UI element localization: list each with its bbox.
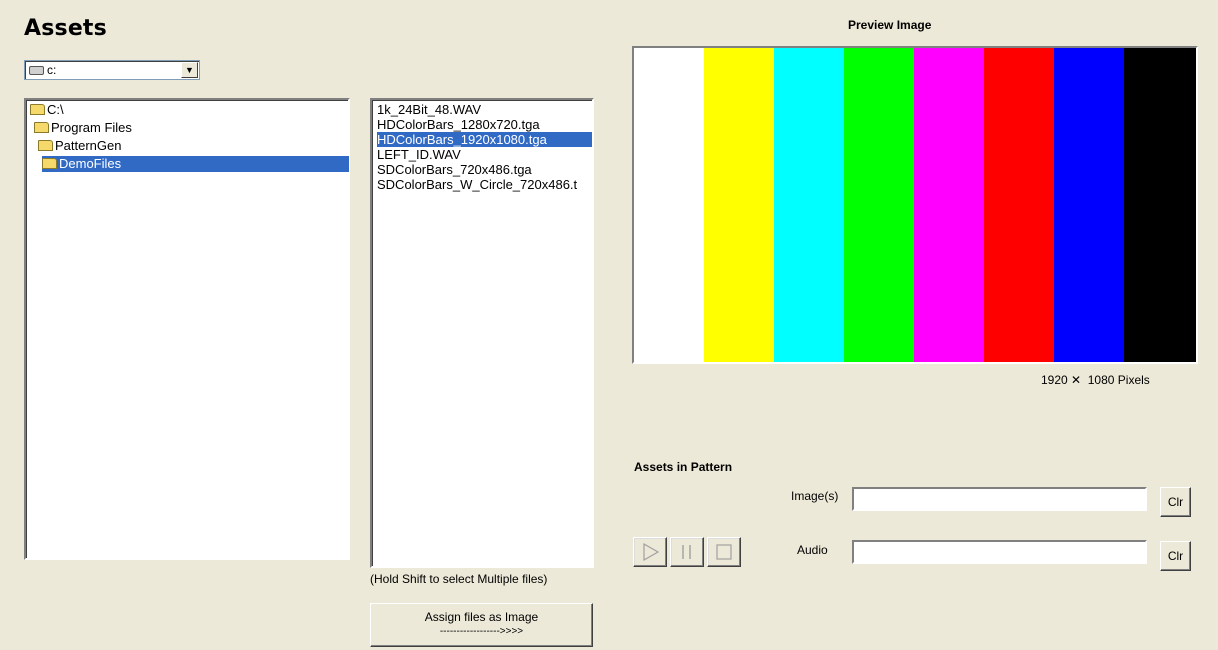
assets-in-pattern-title: Assets in Pattern: [634, 460, 733, 474]
assign-files-arrow: ------------------>>>>: [439, 626, 524, 637]
preview-image: [632, 46, 1198, 364]
images-label: Image(s): [791, 489, 839, 503]
assign-files-button-label: Assign files as Image: [424, 610, 539, 624]
stop-icon: [716, 544, 732, 560]
color-bar-blue: [1054, 48, 1124, 362]
color-bar-white: [634, 48, 704, 362]
audio-field[interactable]: [852, 540, 1147, 564]
file-list-item-selected[interactable]: HDColorBars_1920x1080.tga: [377, 132, 592, 147]
play-button[interactable]: [633, 537, 667, 567]
folder-open-icon: [34, 122, 49, 133]
transport-controls: [633, 537, 748, 569]
pause-button[interactable]: [670, 537, 704, 567]
tree-item-label: Program Files: [51, 120, 132, 135]
folder-open-icon: [38, 140, 53, 151]
file-list-item[interactable]: 1k_24Bit_48.WAV: [377, 102, 592, 117]
color-bar-red: [984, 48, 1054, 362]
drive-select-value: c:: [47, 63, 57, 77]
preview-resolution: 1920 ✕ 1080 Pixels: [1041, 373, 1150, 387]
pause-icon: [682, 545, 691, 559]
tree-item-program-files[interactable]: Program Files: [34, 120, 136, 136]
tree-item-label: PatternGen: [55, 138, 122, 153]
preview-title: Preview Image: [848, 18, 932, 32]
tree-item-demofiles[interactable]: DemoFiles: [42, 156, 349, 172]
directory-tree[interactable]: C:\ Program Files PatternGen DemoFiles: [24, 98, 350, 560]
audio-label: Audio: [797, 543, 828, 557]
images-field[interactable]: [852, 487, 1147, 511]
file-list-item[interactable]: SDColorBars_W_Circle_720x486.t: [377, 177, 592, 192]
clear-images-button[interactable]: Clr: [1160, 487, 1191, 517]
tree-item-label: DemoFiles: [59, 156, 122, 171]
color-bar-magenta: [914, 48, 984, 362]
color-bar-yellow: [704, 48, 774, 362]
file-list-item[interactable]: SDColorBars_720x486.tga: [377, 162, 592, 177]
color-bar-black: [1124, 48, 1196, 362]
file-list[interactable]: 1k_24Bit_48.WAV HDColorBars_1280x720.tga…: [370, 98, 594, 568]
clear-audio-button[interactable]: Clr: [1160, 541, 1191, 571]
multi-select-hint: (Hold Shift to select Multiple files): [370, 572, 548, 586]
file-list-item[interactable]: LEFT_ID.WAV: [377, 147, 592, 162]
tree-item-label: C:\: [47, 102, 64, 117]
stop-button[interactable]: [707, 537, 741, 567]
page-title: Assets: [24, 16, 107, 41]
color-bar-cyan: [774, 48, 844, 362]
tree-item-patterngen[interactable]: PatternGen: [38, 138, 126, 154]
color-bar-green: [844, 48, 914, 362]
play-icon: [643, 542, 660, 562]
chevron-down-icon[interactable]: ▼: [181, 62, 198, 78]
folder-open-icon: [30, 104, 45, 115]
drive-select[interactable]: c: ▼: [24, 60, 200, 80]
file-list-item[interactable]: HDColorBars_1280x720.tga: [377, 117, 592, 132]
tree-item-root[interactable]: C:\: [30, 102, 68, 118]
folder-open-icon: [42, 158, 57, 169]
drive-icon: [29, 66, 44, 75]
assign-files-button[interactable]: Assign files as Image ------------------…: [370, 603, 593, 647]
